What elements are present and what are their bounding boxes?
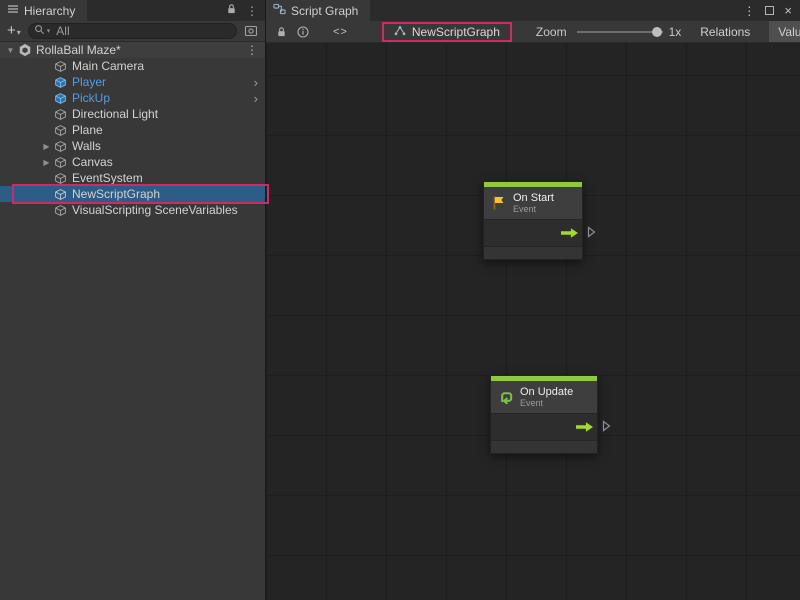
output-connector-icon[interactable] — [602, 420, 611, 432]
lock-icon[interactable] — [276, 26, 287, 38]
scene-kebab-icon[interactable]: ⋮ — [246, 43, 258, 57]
tree-item-newscriptgraph[interactable]: NewScriptGraph — [0, 186, 265, 202]
zoom-slider-track — [577, 31, 663, 33]
prefab-open-chevron-icon[interactable]: › — [254, 76, 258, 89]
gameobject-icon — [53, 187, 68, 202]
node-body — [484, 219, 582, 246]
node-on-start[interactable]: On Start Event — [483, 181, 583, 260]
gameobject-icon — [53, 107, 68, 122]
zoom-slider-knob[interactable] — [652, 27, 662, 37]
node-subtitle: Event — [520, 398, 573, 408]
hierarchy-tabbar: Hierarchy ⋮ — [0, 0, 265, 21]
output-connector-icon[interactable] — [587, 226, 596, 238]
node-header: On Update Event — [491, 381, 597, 413]
tree-item-player[interactable]: Player › — [0, 74, 265, 90]
close-icon[interactable]: × — [784, 3, 792, 18]
foldout-closed-icon[interactable]: ▶ — [40, 142, 53, 151]
scene-picker-icon[interactable] — [242, 24, 260, 38]
kebab-menu-icon[interactable]: ⋮ — [743, 4, 755, 18]
script-graph-panel: Script Graph ⋮ × <> NewScriptGraph — [265, 0, 800, 600]
kebab-menu-icon[interactable]: ⋮ — [246, 4, 258, 18]
relations-button[interactable]: Relations — [691, 21, 759, 43]
maximize-icon[interactable] — [765, 6, 774, 15]
lock-icon[interactable] — [226, 3, 237, 18]
node-body — [491, 413, 597, 440]
tab-hierarchy[interactable]: Hierarchy — [0, 0, 87, 21]
flag-icon — [490, 195, 507, 212]
window-buttons: ⋮ × — [743, 0, 800, 21]
update-loop-icon — [497, 389, 514, 406]
tree-item-eventsystem[interactable]: EventSystem — [0, 170, 265, 186]
prefab-open-chevron-icon[interactable]: › — [254, 92, 258, 105]
gameobject-icon — [53, 123, 68, 138]
zoom-value: 1x — [669, 25, 682, 39]
chevron-down-icon: ▾ — [17, 28, 21, 37]
tree-item-scene[interactable]: ▼ RollaBall Maze* ⋮ — [0, 42, 265, 58]
scene-name: RollaBall Maze* — [36, 43, 121, 57]
graph-name-label: NewScriptGraph — [412, 25, 500, 39]
node-subtitle: Event — [513, 204, 554, 214]
hierarchy-panel: Hierarchy ⋮ + ▾ ▾ — [0, 0, 265, 600]
search-input[interactable] — [56, 24, 229, 38]
hierarchy-tree: ▼ RollaBall Maze* ⋮ Main Camera P — [0, 42, 265, 600]
graph-icon — [273, 3, 286, 18]
plus-label: + — [7, 24, 16, 38]
code-preview-icon[interactable]: <> — [333, 26, 348, 38]
flow-output-port-icon[interactable] — [576, 422, 593, 432]
script-graph-asset-icon — [394, 25, 406, 39]
tree-item-canvas[interactable]: ▶ Canvas — [0, 154, 265, 170]
node-header: On Start Event — [484, 187, 582, 219]
info-icon[interactable] — [297, 26, 309, 38]
unity-editor: Hierarchy ⋮ + ▾ ▾ — [0, 0, 800, 600]
zoom-label: Zoom — [536, 25, 567, 39]
values-button[interactable]: Values — [769, 21, 800, 43]
node-title: On Start — [513, 192, 554, 204]
prefab-cube-icon — [53, 91, 68, 106]
node-title: On Update — [520, 386, 573, 398]
tree-item-walls[interactable]: ▶ Walls — [0, 138, 265, 154]
unity-scene-icon — [17, 43, 32, 58]
search-icon — [34, 24, 45, 38]
prefab-cube-icon — [53, 75, 68, 90]
gameobject-icon — [53, 203, 68, 218]
node-footer — [484, 246, 582, 259]
tab-script-graph[interactable]: Script Graph — [266, 0, 370, 21]
hierarchy-toolbar: + ▾ ▾ — [0, 21, 265, 42]
tab-script-graph-label: Script Graph — [291, 4, 358, 18]
tree-item-directional-light[interactable]: Directional Light — [0, 106, 265, 122]
node-footer — [491, 440, 597, 453]
search-filter-caret-icon[interactable]: ▾ — [47, 27, 51, 35]
node-on-update[interactable]: On Update Event — [490, 375, 598, 454]
tree-item-plane[interactable]: Plane — [0, 122, 265, 138]
hierarchy-tab-actions: ⋮ — [226, 0, 265, 21]
gameobject-icon — [53, 155, 68, 170]
graph-toolbar: <> NewScriptGraph Zoom 1x Relations Valu… — [266, 21, 800, 43]
gameobject-icon — [53, 139, 68, 154]
tree-item-pickup[interactable]: PickUp › — [0, 90, 265, 106]
tree-item-main-camera[interactable]: Main Camera — [0, 58, 265, 74]
add-object-button[interactable]: + ▾ — [5, 24, 23, 38]
graph-name-breadcrumb[interactable]: NewScriptGraph — [382, 22, 512, 42]
list-icon — [7, 3, 19, 18]
graph-tabbar: Script Graph ⋮ × — [266, 0, 800, 21]
gameobject-icon — [53, 171, 68, 186]
tab-hierarchy-label: Hierarchy — [24, 4, 75, 18]
graph-canvas[interactable]: On Start Event — [266, 43, 800, 600]
zoom-slider[interactable] — [577, 25, 663, 39]
hierarchy-search[interactable]: ▾ — [28, 23, 237, 39]
gameobject-icon — [53, 59, 68, 74]
foldout-closed-icon[interactable]: ▶ — [40, 158, 53, 167]
flow-output-port-icon[interactable] — [561, 228, 578, 238]
tree-item-visualscripting-scenevariables[interactable]: VisualScripting SceneVariables — [0, 202, 265, 218]
foldout-open-icon[interactable]: ▼ — [4, 46, 17, 55]
